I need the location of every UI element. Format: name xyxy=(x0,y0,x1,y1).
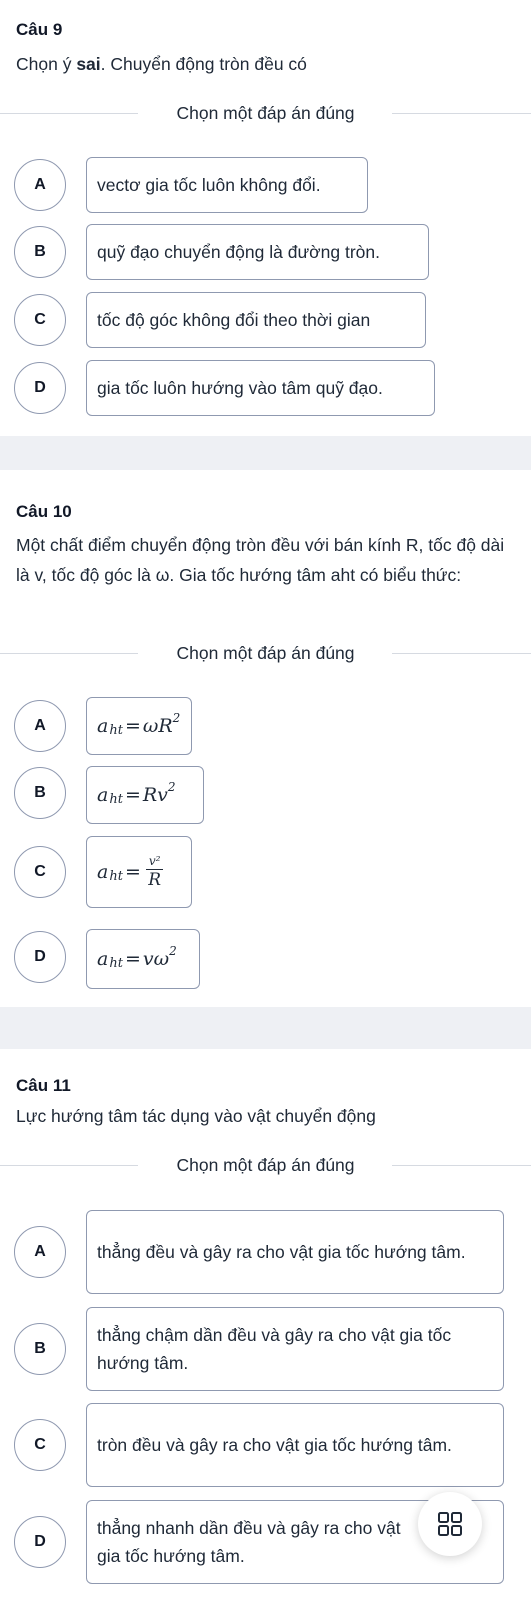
option-letter-a[interactable]: A xyxy=(14,159,66,211)
question-title: Câu 9 xyxy=(16,20,63,39)
question-text-emphasis: sai xyxy=(76,54,101,74)
option-letter-a[interactable]: A xyxy=(14,700,66,752)
option-letter-d[interactable]: D xyxy=(14,931,66,983)
option-letter-b[interactable]: B xyxy=(14,767,66,819)
question-text: Một chất điểm chuyển động tròn đều với b… xyxy=(16,535,505,585)
question-text: Chọn ý sai. Chuyển động tròn đều có xyxy=(16,49,512,79)
choose-answer-divider: Chọn một đáp án đúng xyxy=(0,641,531,665)
choose-answer-divider: Chọn một đáp án đúng xyxy=(0,101,531,125)
option-letter-b[interactable]: B xyxy=(14,226,66,278)
option-letter-b[interactable]: B xyxy=(14,1323,66,1375)
floating-menu-button[interactable] xyxy=(418,1492,482,1556)
answer-option-b[interactable]: quỹ đạo chuyển động là đường tròn. xyxy=(86,224,429,280)
formula: a ht = vω 2 xyxy=(97,944,177,971)
option-letter-c[interactable]: C xyxy=(14,846,66,898)
question-text-pre: Chọn ý xyxy=(16,54,77,74)
answer-option-a[interactable]: vectơ gia tốc luôn không đổi. xyxy=(86,157,368,213)
option-letter-c[interactable]: C xyxy=(14,294,66,346)
question-card-10: Câu 10 Một chất điểm chuyển động tròn đề… xyxy=(0,470,531,1007)
option-letter-a[interactable]: A xyxy=(14,1226,66,1278)
formula: a ht = v² R xyxy=(97,855,164,889)
answer-option-a[interactable]: thẳng đều và gây ra cho vật gia tốc hướn… xyxy=(86,1210,504,1294)
answer-option-a[interactable]: a ht = ωR 2 xyxy=(86,697,192,755)
formula: a ht = Rv 2 xyxy=(97,780,176,807)
choose-answer-label: Chọn một đáp án đúng xyxy=(176,103,355,123)
answer-option-d[interactable]: gia tốc luôn hướng vào tâm quỹ đạo. xyxy=(86,360,435,416)
answer-option-b[interactable]: a ht = Rv 2 xyxy=(86,766,204,824)
answer-option-c[interactable]: a ht = v² R xyxy=(86,836,192,908)
question-title: Câu 11 xyxy=(16,1076,71,1095)
answer-option-d[interactable]: a ht = vω 2 xyxy=(86,929,200,989)
question-text: Lực hướng tâm tác dụng vào vật chuyển độ… xyxy=(16,1106,376,1126)
grid-icon xyxy=(438,1512,462,1536)
question-title: Câu 10 xyxy=(16,502,72,521)
option-letter-c[interactable]: C xyxy=(14,1419,66,1471)
question-card-9: Câu 9 Chọn ý sai. Chuyển động tròn đều c… xyxy=(0,0,531,436)
formula: a ht = ωR 2 xyxy=(97,711,181,738)
choose-answer-label: Chọn một đáp án đúng xyxy=(176,1155,355,1175)
choose-answer-divider: Chọn một đáp án đúng xyxy=(0,1153,531,1177)
answer-option-c[interactable]: tốc độ góc không đổi theo thời gian xyxy=(86,292,426,348)
answer-option-b[interactable]: thẳng chậm dần đều và gây ra cho vật gia… xyxy=(86,1307,504,1391)
option-letter-d[interactable]: D xyxy=(14,362,66,414)
choose-answer-label: Chọn một đáp án đúng xyxy=(176,643,355,663)
answer-option-c[interactable]: tròn đều và gây ra cho vật gia tốc hướng… xyxy=(86,1403,504,1487)
option-letter-d[interactable]: D xyxy=(14,1516,66,1568)
question-text-post: . Chuyển động tròn đều có xyxy=(100,54,307,74)
